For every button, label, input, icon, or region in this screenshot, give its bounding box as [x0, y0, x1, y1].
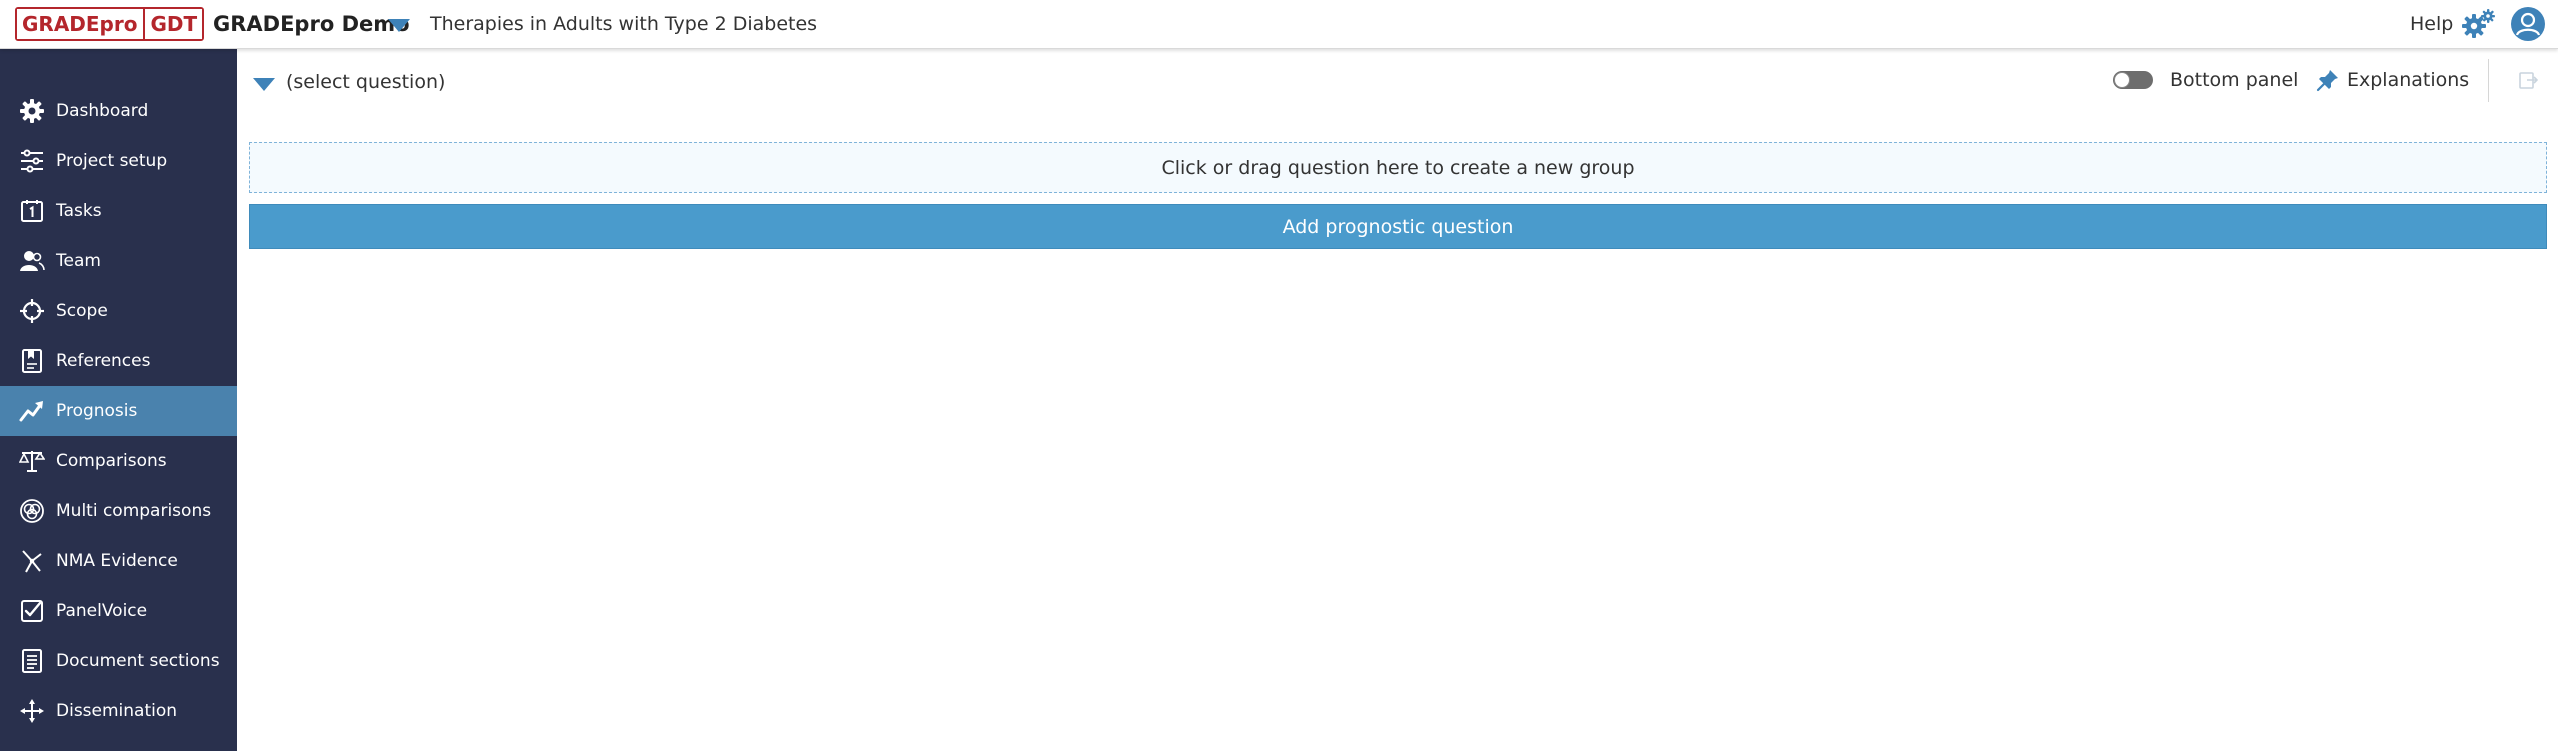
- main-content: (select question) Bottom panel Explanati…: [237, 49, 2558, 751]
- add-prognostic-question-button[interactable]: Add prognostic question: [249, 204, 2547, 249]
- new-group-drop-zone[interactable]: Click or drag question here to create a …: [249, 142, 2547, 193]
- sidebar-item-label: References: [56, 351, 151, 371]
- sliders-icon: [18, 147, 46, 175]
- pin-icon[interactable]: [2316, 68, 2340, 92]
- export-icon[interactable]: [2517, 69, 2539, 91]
- bottom-panel-toggle[interactable]: [2113, 71, 2153, 89]
- add-button-label: Add prognostic question: [1282, 215, 1514, 238]
- toggle-knob: [2114, 72, 2130, 88]
- sidebar-item-project-setup[interactable]: Project setup: [0, 136, 237, 186]
- crosshair-icon: [18, 297, 46, 325]
- network-icon: [18, 547, 46, 575]
- drop-zone-text: Click or drag question here to create a …: [1161, 156, 1635, 179]
- sidebar-item-label: Project setup: [56, 151, 168, 171]
- sidebar-item-label: Multi comparisons: [56, 501, 212, 521]
- calendar-icon: [18, 197, 46, 225]
- question-select[interactable]: (select question): [286, 69, 445, 95]
- question-select-caret-icon[interactable]: [253, 78, 275, 91]
- sidebar-item-label: Scope: [56, 301, 108, 321]
- sidebar: Dashboard Project setup Tasks Team Scope…: [0, 49, 237, 751]
- sidebar-item-label: Prognosis: [56, 401, 138, 421]
- sidebar-item-label: PanelVoice: [56, 601, 148, 621]
- sidebar-item-comparisons[interactable]: Comparisons: [0, 436, 237, 486]
- logo-text-left: GRADEpro: [17, 9, 144, 39]
- sidebar-item-label: NMA Evidence: [56, 551, 178, 571]
- multi-circles-icon: [18, 497, 46, 525]
- top-bar: GRADEpro GDT GRADEpro Demo Therapies in …: [0, 0, 2558, 49]
- sidebar-item-references[interactable]: References: [0, 336, 237, 386]
- toolbar-divider: [2488, 59, 2489, 102]
- sidebar-item-label: Dissemination: [56, 701, 178, 721]
- project-name[interactable]: GRADEpro Demo: [213, 10, 410, 38]
- page-title: Therapies in Adults with Type 2 Diabetes: [430, 13, 818, 35]
- sidebar-item-dashboard[interactable]: Dashboard: [0, 86, 237, 136]
- references-icon: [18, 347, 46, 375]
- sidebar-item-nma-evidence[interactable]: NMA Evidence: [0, 536, 237, 586]
- sidebar-item-scope[interactable]: Scope: [0, 286, 237, 336]
- project-dropdown-caret-icon[interactable]: [388, 19, 410, 32]
- gear-icon: [18, 97, 46, 125]
- explanations-button[interactable]: Explanations: [2347, 67, 2469, 93]
- sidebar-item-dissemination[interactable]: Dissemination: [0, 686, 237, 736]
- scales-icon: [18, 447, 46, 475]
- document-icon: [18, 647, 46, 675]
- gradepro-logo[interactable]: GRADEpro GDT: [15, 7, 205, 41]
- trend-icon: [18, 397, 46, 425]
- team-icon: [18, 247, 46, 275]
- sidebar-item-prognosis[interactable]: Prognosis: [0, 386, 237, 436]
- sidebar-item-label: Tasks: [56, 201, 102, 221]
- help-link[interactable]: Help: [2410, 11, 2453, 37]
- sidebar-item-panelvoice[interactable]: PanelVoice: [0, 586, 237, 636]
- settings-gears-icon[interactable]: [2461, 8, 2497, 40]
- sidebar-item-team[interactable]: Team: [0, 236, 237, 286]
- logo-text-right: GDT: [143, 9, 203, 39]
- sidebar-item-multi-comparisons[interactable]: Multi comparisons: [0, 486, 237, 536]
- bottom-panel-label[interactable]: Bottom panel: [2170, 67, 2298, 93]
- user-avatar-icon[interactable]: [2510, 6, 2546, 42]
- checkbox-icon: [18, 597, 46, 625]
- sidebar-item-document-sections[interactable]: Document sections: [0, 636, 237, 686]
- sidebar-item-label: Comparisons: [56, 451, 167, 471]
- sidebar-item-label: Document sections: [56, 651, 220, 671]
- share-arrows-icon: [18, 697, 46, 725]
- sidebar-item-tasks[interactable]: Tasks: [0, 186, 237, 236]
- sidebar-item-label: Dashboard: [56, 101, 149, 121]
- sidebar-item-label: Team: [56, 251, 101, 271]
